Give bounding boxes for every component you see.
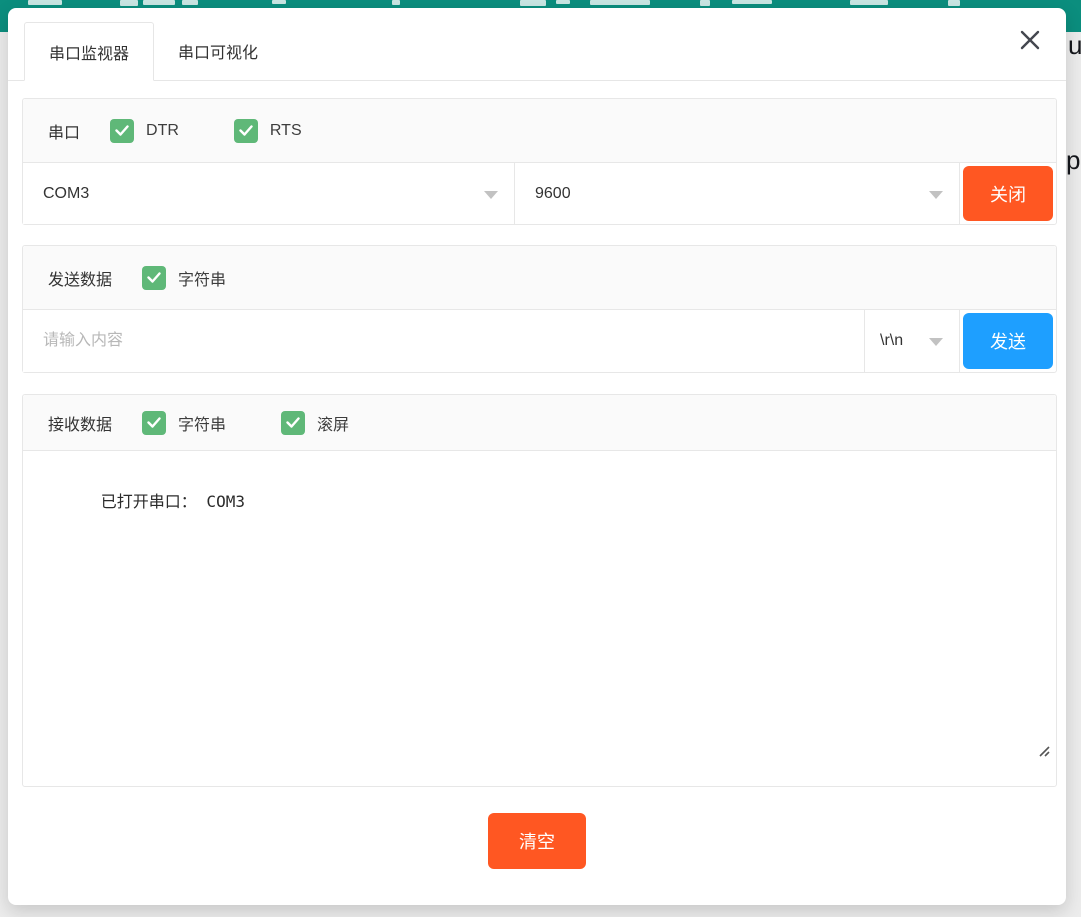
send-string-label: 字符串: [178, 266, 226, 290]
check-icon: [115, 125, 129, 136]
close-button[interactable]: [1016, 26, 1044, 54]
receive-data-title: 接收数据: [48, 411, 112, 435]
background-code-fragment: u: [1068, 32, 1081, 58]
chevron-down-icon: [484, 191, 498, 199]
receive-data-header: 接收数据 字符串 滚屏: [23, 395, 1056, 451]
menu-text-fragment: [948, 0, 960, 6]
receive-data-section: 接收数据 字符串 滚屏 已打开串口： C: [22, 394, 1057, 787]
check-icon: [147, 272, 161, 283]
close-port-button[interactable]: 关闭: [963, 166, 1053, 221]
chevron-down-icon: [929, 338, 943, 346]
send-string-checkbox[interactable]: [142, 266, 166, 290]
line-ending-value: \r\n: [880, 332, 903, 350]
dialog-tabbar: 串口监视器 串口可视化: [8, 8, 1066, 81]
tab-serial-monitor[interactable]: 串口监视器: [24, 22, 154, 81]
send-data-header: 发送数据 字符串: [23, 246, 1056, 310]
menu-text-fragment: [28, 0, 62, 5]
menu-text-fragment: [143, 0, 175, 5]
menu-text-fragment: [556, 0, 570, 4]
serial-port-section: 串口 DTR RTS: [22, 98, 1057, 225]
port-select[interactable]: COM3: [23, 163, 514, 224]
menu-text-fragment: [700, 0, 710, 6]
port-select-value: COM3: [43, 185, 89, 203]
menu-text-fragment: [182, 0, 198, 5]
autoscroll-checkbox[interactable]: [281, 411, 305, 435]
resize-handle[interactable]: [960, 723, 1050, 780]
chevron-down-icon: [929, 191, 943, 199]
serial-port-header: 串口 DTR RTS: [23, 99, 1056, 163]
autoscroll-label: 滚屏: [317, 411, 349, 435]
menu-text-fragment: [732, 0, 772, 4]
line-ending-select[interactable]: \r\n: [864, 310, 959, 372]
serial-port-title: 串口: [48, 119, 80, 143]
receive-string-checkbox[interactable]: [142, 411, 166, 435]
receive-string-label: 字符串: [178, 411, 226, 435]
check-icon: [147, 417, 161, 428]
menu-text-fragment: [120, 0, 138, 6]
serial-monitor-dialog: 串口监视器 串口可视化 串口 DTR: [8, 8, 1066, 905]
serial-port-controls-row: COM3 9600 关闭: [23, 163, 1056, 224]
menu-text-fragment: [850, 0, 888, 5]
background-code-fragment: p: [1066, 147, 1080, 173]
close-icon: [1019, 29, 1041, 51]
rts-label: RTS: [270, 122, 302, 140]
menu-text-fragment: [272, 0, 286, 4]
receive-output-text: 已打开串口： COM3: [101, 492, 245, 511]
send-data-section: 发送数据 字符串 \r\n 发送: [22, 245, 1057, 373]
check-icon: [286, 417, 300, 428]
check-icon: [239, 125, 253, 136]
clear-button-row: 清空: [8, 813, 1066, 869]
menu-text-fragment: [520, 0, 546, 6]
menu-text-fragment: [590, 0, 650, 5]
baudrate-select[interactable]: 9600: [514, 163, 959, 224]
send-data-controls-row: \r\n 发送: [23, 310, 1056, 372]
baudrate-select-value: 9600: [535, 185, 571, 203]
dtr-label: DTR: [146, 122, 179, 140]
receive-output-textarea[interactable]: 已打开串口： COM3: [23, 451, 1056, 786]
menu-text-fragment: [392, 0, 400, 5]
send-button[interactable]: 发送: [963, 313, 1053, 369]
dtr-checkbox[interactable]: [110, 119, 134, 143]
send-content-input[interactable]: [23, 310, 864, 372]
rts-checkbox[interactable]: [234, 119, 258, 143]
send-data-title: 发送数据: [48, 266, 112, 290]
tab-serial-visualization[interactable]: 串口可视化: [154, 21, 282, 80]
clear-button[interactable]: 清空: [488, 813, 586, 869]
